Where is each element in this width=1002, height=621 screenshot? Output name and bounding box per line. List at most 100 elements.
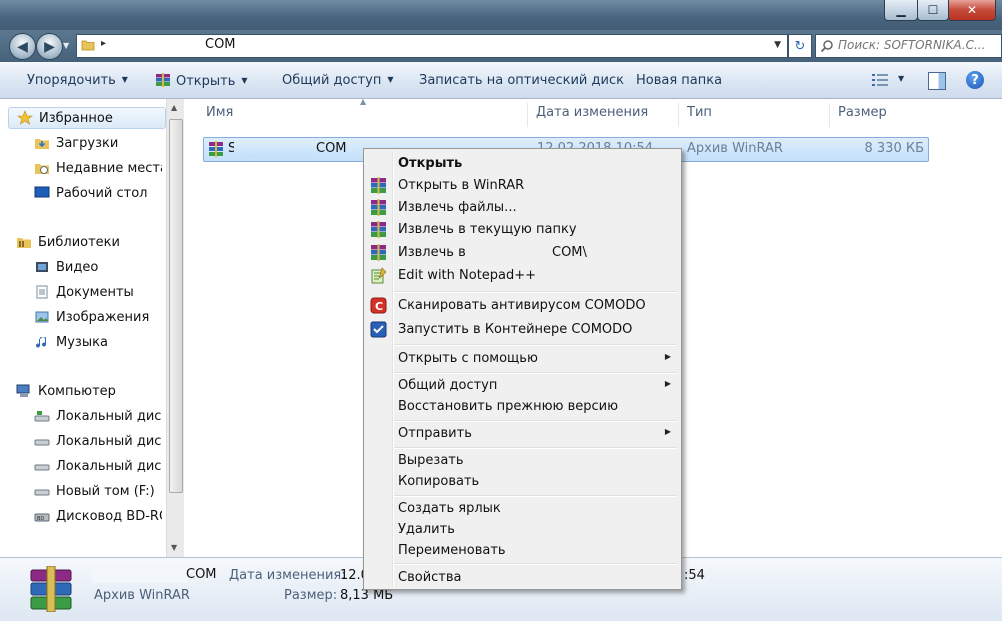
- extract-to-redaction: [466, 245, 552, 261]
- close-button[interactable]: ✕: [948, 0, 996, 21]
- nav-local-disk-1[interactable]: Локальный диск (: [34, 405, 162, 427]
- column-divider[interactable]: [527, 103, 528, 127]
- menu-item-copy[interactable]: Копировать: [366, 471, 677, 492]
- views-dropdown-icon[interactable]: ▼: [898, 74, 904, 83]
- minimize-button[interactable]: ▁: [884, 0, 918, 21]
- menu-item-properties[interactable]: Свойства: [366, 567, 677, 588]
- menu-item-container-comodo[interactable]: Запустить в Контейнере COMODO: [366, 319, 677, 340]
- menu-item-create-shortcut-label: Создать ярлык: [398, 501, 501, 516]
- comodo-scan-icon: C: [370, 297, 387, 314]
- new-folder-button[interactable]: Новая папка: [636, 73, 722, 88]
- nav-favorites-label: Избранное: [39, 110, 113, 126]
- address-dropdown-icon[interactable]: ▼: [774, 40, 781, 50]
- maximize-button[interactable]: ☐: [917, 0, 949, 21]
- views-icon[interactable]: [871, 72, 889, 88]
- nav-music-label: Музыка: [56, 334, 108, 350]
- share-button[interactable]: Общий доступ ▼: [282, 73, 394, 88]
- hard-drive-icon: [34, 439, 50, 446]
- menu-item-scan-comodo[interactable]: C Сканировать антивирусом COMODO: [366, 295, 677, 316]
- help-label: ?: [971, 72, 979, 88]
- nav-local-disk-3[interactable]: Локальный диск (: [34, 455, 162, 477]
- back-button[interactable]: ◀: [9, 33, 36, 60]
- column-header-type[interactable]: Тип: [687, 105, 712, 120]
- breadcrumb-chevron-icon[interactable]: ▸: [101, 38, 106, 49]
- submenu-arrow-icon: ▶: [664, 379, 671, 388]
- navigation-pane: Избранное Загрузки Недавние места Рабочи…: [0, 99, 184, 557]
- nav-documents[interactable]: Документы: [34, 281, 162, 303]
- nav-video[interactable]: Видео: [34, 256, 162, 278]
- search-box[interactable]: [815, 34, 1002, 58]
- file-name: COM: [316, 141, 347, 156]
- nav-recent-places[interactable]: Недавние места: [34, 157, 162, 179]
- refresh-button[interactable]: ↻: [788, 34, 812, 58]
- nav-pictures-label: Изображения: [56, 309, 150, 325]
- nav-desktop[interactable]: Рабочий стол: [34, 182, 162, 204]
- address-bar[interactable]: ▸ COM ▼: [76, 34, 788, 58]
- menu-separator: [394, 420, 677, 422]
- details-size-value: 8,13 МБ: [340, 588, 394, 603]
- nav-favorites[interactable]: Избранное: [8, 107, 166, 129]
- column-header-date[interactable]: Дата изменения: [536, 105, 648, 120]
- file-name-redaction: [234, 141, 316, 157]
- nav-scrollbar-thumb[interactable]: [169, 119, 183, 493]
- nav-documents-label: Документы: [56, 284, 134, 300]
- column-header-size[interactable]: Размер: [838, 105, 887, 120]
- arrow-right-icon: ▶: [44, 38, 55, 55]
- share-label: Общий доступ: [282, 73, 382, 88]
- video-icon: [36, 262, 48, 272]
- nav-local-disk-2-label: Локальный диск (: [56, 433, 162, 449]
- organize-button[interactable]: Упорядочить ▼: [27, 73, 128, 88]
- recent-pages-dropdown[interactable]: ▼: [63, 41, 69, 50]
- search-input[interactable]: [838, 36, 996, 54]
- column-divider[interactable]: [678, 103, 679, 127]
- open-button[interactable]: Открыть ▼: [155, 73, 248, 89]
- menu-separator: [394, 372, 677, 374]
- column-header-name[interactable]: Имя: [206, 105, 233, 120]
- menu-item-notepad[interactable]: Edit with Notepad++: [366, 265, 677, 286]
- documents-icon: [36, 285, 48, 299]
- nav-local-disk-2[interactable]: Локальный диск (: [34, 430, 162, 452]
- sort-up-icon: ▲: [360, 97, 367, 106]
- forward-button[interactable]: ▶: [36, 33, 63, 60]
- nav-pictures[interactable]: Изображения: [34, 306, 162, 328]
- nav-music[interactable]: Музыка: [34, 331, 162, 353]
- menu-item-restore[interactable]: Восстановить прежнюю версию: [366, 396, 677, 417]
- organize-label: Упорядочить: [27, 73, 116, 88]
- menu-item-extract-files[interactable]: Извлечь файлы...: [366, 197, 677, 218]
- menu-item-cut[interactable]: Вырезать: [366, 450, 677, 471]
- details-date-label: Дата изменения:: [229, 568, 346, 583]
- menu-item-open[interactable]: Открыть: [366, 153, 677, 174]
- details-date-tail: :54: [684, 568, 705, 583]
- menu-item-extract-files-label: Извлечь файлы...: [398, 200, 517, 215]
- downloads-folder-icon: [35, 139, 49, 149]
- winrar-archive-icon: [209, 141, 223, 157]
- address-row: ◀ ▶ ▼ ▸ COM ▼ ↻: [0, 30, 1002, 62]
- help-icon[interactable]: ?: [966, 71, 984, 89]
- menu-item-delete[interactable]: Удалить: [366, 519, 677, 540]
- menu-item-rename[interactable]: Переименовать: [366, 540, 677, 561]
- menu-item-send-to[interactable]: Отправить ▶: [366, 423, 677, 444]
- menu-item-properties-label: Свойства: [398, 570, 462, 585]
- arrow-left-icon: ◀: [17, 38, 28, 55]
- nav-libraries[interactable]: Библиотеки: [16, 231, 166, 253]
- computer-icon: [16, 384, 30, 397]
- menu-item-create-shortcut[interactable]: Создать ярлык: [366, 498, 677, 519]
- column-divider[interactable]: [829, 103, 830, 127]
- menu-item-open-with[interactable]: Открыть с помощью ▶: [366, 348, 677, 369]
- winrar-archive-icon: [371, 199, 386, 216]
- desktop-icon: [34, 186, 50, 198]
- windows-drive-icon: [34, 411, 50, 422]
- nav-scrollbar[interactable]: ▲ ▼: [166, 99, 184, 557]
- preview-pane-icon[interactable]: [928, 72, 946, 90]
- scroll-down-icon[interactable]: ▼: [171, 543, 177, 552]
- nav-new-volume[interactable]: Новый том (F:): [34, 480, 162, 502]
- menu-item-open-winrar[interactable]: Открыть в WinRAR: [366, 175, 677, 196]
- nav-downloads[interactable]: Загрузки: [34, 132, 162, 154]
- scroll-up-icon[interactable]: ▲: [171, 103, 177, 112]
- nav-bd-drive[interactable]: BD Дисковод BD-RO: [34, 505, 162, 527]
- menu-item-extract-to[interactable]: Извлечь в COM\: [366, 242, 677, 263]
- burn-button[interactable]: Записать на оптический диск: [419, 73, 624, 88]
- menu-item-extract-here[interactable]: Извлечь в текущую папку: [366, 219, 677, 240]
- menu-item-share[interactable]: Общий доступ ▶: [366, 375, 677, 396]
- nav-computer[interactable]: Компьютер: [16, 380, 166, 402]
